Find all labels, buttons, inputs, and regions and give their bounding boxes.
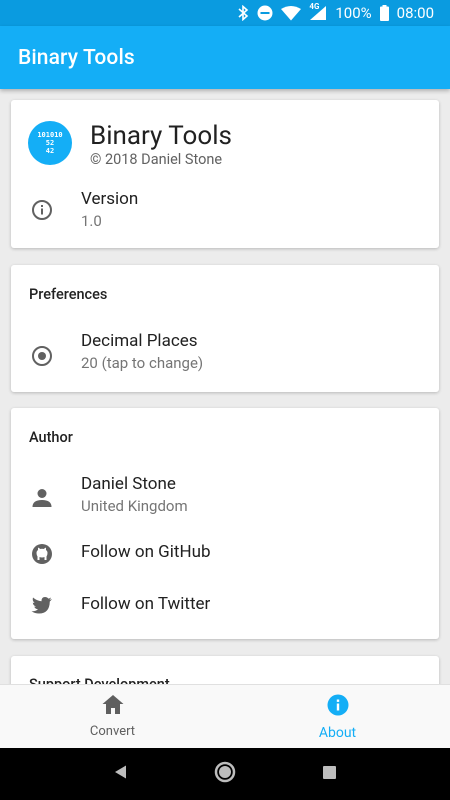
version-label: Version [81, 189, 139, 209]
github-icon [30, 542, 54, 566]
version-value: 1.0 [81, 212, 102, 230]
bottom-navigation: Convert About [0, 684, 450, 748]
cell-signal-icon: 4G [309, 2, 327, 21]
copyright-text: © 2018 Daniel Stone [90, 151, 223, 168]
battery-icon [379, 5, 389, 21]
twitter-link: Follow on Twitter [81, 594, 211, 614]
status-bar: 4G 100% 08:00 [0, 0, 450, 26]
bluetooth-icon [237, 5, 249, 21]
app-bar-title: Binary Tools [18, 45, 135, 70]
logo-line: 101010 [37, 131, 63, 139]
recents-icon[interactable] [322, 765, 337, 784]
clock: 08:00 [396, 4, 434, 22]
support-card: Support Development [11, 656, 439, 684]
nav-about[interactable]: About [225, 685, 450, 748]
info-filled-icon [326, 693, 350, 721]
version-row: Version 1.0 [11, 188, 439, 236]
app-name: Binary Tools [90, 121, 232, 151]
twitter-row[interactable]: Follow on Twitter [11, 588, 439, 624]
nav-about-label: About [318, 724, 357, 741]
home-circle-icon[interactable] [214, 761, 236, 787]
nav-convert[interactable]: Convert [0, 685, 225, 748]
about-card: 101010 52 42 Binary Tools © 2018 Daniel … [11, 100, 439, 248]
preferences-header: Preferences [29, 286, 108, 303]
person-icon [30, 486, 54, 510]
github-row[interactable]: Follow on GitHub [11, 536, 439, 572]
info-outline-icon [30, 198, 54, 222]
decimal-places-label: Decimal Places [81, 331, 198, 351]
author-header: Author [29, 429, 73, 446]
twitter-icon [30, 594, 54, 618]
do-not-disturb-icon [257, 5, 273, 21]
preferences-card: Preferences Decimal Places 20 (tap to ch… [11, 265, 439, 392]
nav-convert-label: Convert [89, 724, 136, 739]
author-card: Author Daniel Stone United Kingdom Follo… [11, 408, 439, 639]
github-link: Follow on GitHub [81, 542, 211, 562]
logo-line: 42 [45, 147, 55, 155]
about-content[interactable]: 101010 52 42 Binary Tools © 2018 Daniel … [0, 89, 450, 684]
author-location: United Kingdom [81, 497, 188, 515]
wifi-icon [281, 5, 302, 21]
support-header: Support Development [29, 676, 170, 684]
network-type: 4G [309, 2, 320, 11]
app-logo: 101010 52 42 [28, 121, 72, 165]
back-icon[interactable] [113, 764, 129, 784]
battery-percent: 100% [335, 4, 372, 22]
logo-line: 52 [45, 139, 55, 147]
app-bar: Binary Tools [0, 26, 450, 89]
radio-button-icon [30, 344, 54, 368]
decimal-places-value: 20 (tap to change) [81, 354, 204, 372]
author-name-row: Daniel Stone United Kingdom [11, 470, 439, 528]
home-icon [101, 694, 125, 720]
author-name: Daniel Stone [81, 474, 176, 494]
decimal-places-row[interactable]: Decimal Places 20 (tap to change) [11, 327, 439, 385]
system-navigation-bar [0, 748, 450, 800]
